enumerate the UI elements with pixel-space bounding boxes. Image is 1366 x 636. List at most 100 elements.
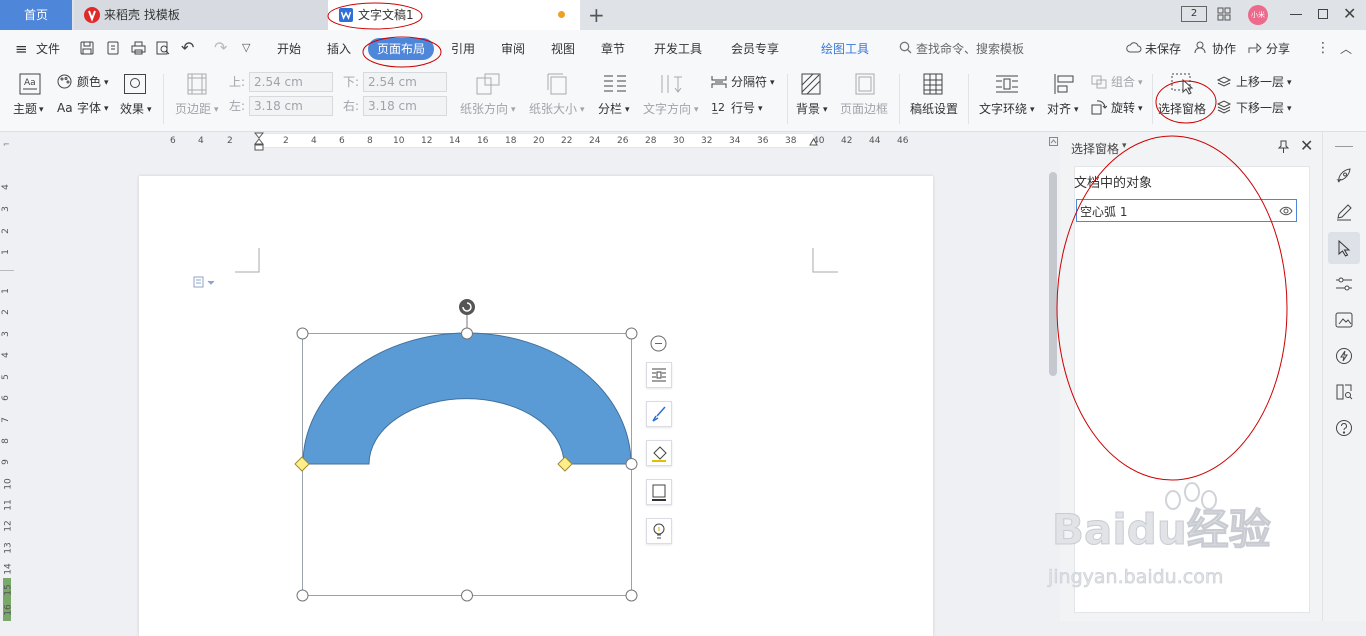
collab-button[interactable]: 协作 [1212,40,1236,58]
text-wrap-icon[interactable] [995,73,1019,95]
more-options-icon[interactable]: ⋮ [1316,38,1330,58]
paper-size-dropdown-icon[interactable]: ▾ [580,102,585,118]
theme-button[interactable]: 主题 [13,101,37,117]
undo-icon[interactable]: ↶ [181,39,194,57]
font-dropdown-icon[interactable]: ▾ [104,101,109,117]
draft-paper-icon[interactable] [923,73,943,95]
text-wrap-dropdown-icon[interactable]: ▾ [1030,102,1035,118]
paper-size-icon[interactable] [547,73,567,95]
line-number-dropdown-icon[interactable]: ▾ [758,101,763,117]
orientation-dropdown-icon[interactable]: ▾ [511,102,516,118]
redo-icon[interactable]: ↷ [214,39,227,57]
tab-membership[interactable]: 会员专享 [731,40,779,58]
group-dropdown-icon[interactable]: ▾ [1138,75,1143,91]
margin-dropdown-icon[interactable]: ▾ [214,102,219,118]
text-wrap-button[interactable]: 文字环绕 [979,101,1027,117]
align-dropdown-icon[interactable]: ▾ [1074,102,1079,118]
margin-button[interactable]: 页边距 [175,101,211,117]
text-direction-dropdown-icon[interactable]: ▾ [694,102,699,118]
right-indent-marker-icon[interactable] [809,133,818,147]
collapse-quick-tools-icon[interactable] [650,335,667,352]
selected-shape-frame[interactable] [292,290,648,606]
close-pane-icon[interactable]: ✕ [1300,137,1313,155]
book-search-icon[interactable] [1335,383,1353,401]
orientation-icon[interactable] [476,73,500,95]
line-number-button[interactable]: 行号 [731,100,755,116]
user-avatar[interactable]: 小米 [1248,5,1268,25]
bring-forward-dropdown-icon[interactable]: ▾ [1287,75,1292,91]
tab-review[interactable]: 审阅 [501,40,525,58]
fill-color-button[interactable] [646,440,672,466]
effect-button[interactable]: 效果 [120,101,144,117]
print-icon[interactable] [131,41,146,55]
text-direction-button[interactable]: 文字方向 [643,101,691,117]
background-button[interactable]: 背景 [796,101,820,117]
tab-references[interactable]: 引用 [451,40,475,58]
rocket-icon[interactable] [1335,167,1353,185]
menu-file[interactable]: 文件 [36,40,60,58]
align-icon[interactable] [1053,73,1075,95]
unsaved-status[interactable]: 未保存 [1145,40,1181,58]
theme-dropdown-icon[interactable]: ▾ [39,102,44,118]
tab-developer[interactable]: 开发工具 [654,40,702,58]
text-direction-icon[interactable] [659,73,683,95]
close-window-icon[interactable]: ✕ [1343,4,1356,24]
rotate-dropdown-icon[interactable]: ▾ [1138,101,1143,117]
align-button[interactable]: 对齐 [1047,101,1071,117]
adjust-sliders-icon[interactable] [1335,275,1353,293]
tab-drawing-tools[interactable]: 绘图工具 [821,40,869,58]
send-backward-button[interactable]: 下移一层 [1236,100,1284,116]
pen-edit-icon[interactable] [1335,203,1353,221]
share-button[interactable]: 分享 [1266,40,1290,58]
help-icon[interactable] [1335,419,1353,437]
columns-button[interactable]: 分栏 [598,101,622,117]
orientation-button[interactable]: 纸张方向 [460,101,508,117]
minimize-icon[interactable] [1290,14,1302,15]
layout-options-button[interactable] [646,362,672,388]
smart-tips-button[interactable] [646,518,672,544]
indent-marker-icon[interactable] [254,132,264,152]
tab-view[interactable]: 视图 [551,40,575,58]
font-button[interactable]: 字体 [77,100,101,116]
color-button[interactable]: 颜色 [77,74,101,90]
top-margin-input[interactable]: 2.54 cm [249,72,333,92]
print-preview-icon[interactable] [156,41,170,55]
margin-icon[interactable] [187,73,207,95]
compass-icon[interactable] [1335,347,1353,365]
new-tab-plus-icon[interactable]: + [588,5,605,25]
restore-icon[interactable] [1318,9,1328,19]
separator-dropdown-icon[interactable]: ▾ [770,75,775,91]
theme-icon[interactable]: Aa [19,73,41,95]
window-switch-button[interactable]: 2 [1181,6,1207,22]
color-dropdown-icon[interactable]: ▾ [104,75,109,91]
hamburger-menu-icon[interactable]: ≡ [15,42,28,57]
effect-icon[interactable] [124,74,146,94]
page-border-icon[interactable] [855,73,875,95]
bottom-margin-input[interactable]: 2.54 cm [363,72,447,92]
send-backward-dropdown-icon[interactable]: ▾ [1287,101,1292,117]
draft-settings-button[interactable]: 稿纸设置 [910,101,958,117]
tab-home[interactable]: 首页 [0,0,72,30]
group-button[interactable]: 组合 [1111,74,1135,90]
paper-size-button[interactable]: 纸张大小 [529,101,577,117]
left-margin-input[interactable]: 3.18 cm [249,96,333,116]
tab-start[interactable]: 开始 [277,40,301,58]
separator-button[interactable]: 分隔符 [731,74,767,90]
image-tool-icon[interactable] [1335,311,1353,329]
bring-forward-button[interactable]: 上移一层 [1236,74,1284,90]
apps-grid-icon[interactable] [1217,7,1231,21]
export-pdf-icon[interactable] [106,41,120,55]
save-icon[interactable] [80,41,94,55]
tab-stop-icon[interactable]: ⌐ [3,140,10,149]
columns-icon[interactable] [603,73,627,95]
quick-access-dropdown-icon[interactable]: ▽ [242,41,250,54]
background-icon[interactable] [801,73,821,95]
rotate-button[interactable]: 旋转 [1111,100,1135,116]
outline-button[interactable] [646,479,672,505]
paragraph-layout-icon[interactable] [193,276,217,288]
columns-dropdown-icon[interactable]: ▾ [625,102,630,118]
command-search-input[interactable]: 查找命令、搜索模板 [916,40,1024,58]
right-margin-input[interactable]: 3.18 cm [363,96,447,116]
effect-dropdown-icon[interactable]: ▾ [147,102,152,118]
shape-style-button[interactable] [646,401,672,427]
